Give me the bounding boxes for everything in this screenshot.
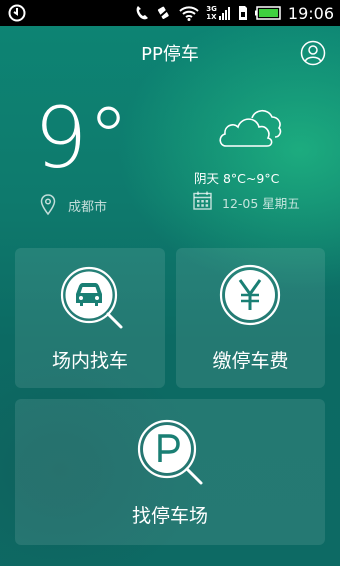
find-car-card[interactable]: 场内找车 [15, 248, 165, 388]
find-parking-card[interactable]: 找停车场 [15, 399, 325, 545]
phone-icon [136, 6, 149, 20]
user-icon[interactable] [300, 40, 326, 66]
status-time: 19:06 [287, 3, 334, 23]
pay-fee-card[interactable]: 缴停车费 [176, 248, 325, 388]
cloud-icon [219, 109, 282, 147]
find-parking-label: 找停车场 [131, 505, 208, 527]
location-pin-icon [40, 194, 56, 216]
network-type-indicator: 3G 1X [206, 5, 217, 21]
network-label-top: 3G [206, 5, 217, 13]
mute-icon [156, 6, 172, 20]
wifi-icon [179, 6, 199, 21]
yen-icon [219, 264, 281, 326]
signal-icon [218, 7, 230, 20]
app-title: PP停车 [141, 44, 199, 65]
weather-date: 12-05 星期五 [222, 196, 300, 211]
status-bar: 3G 1X 19:06 [0, 0, 340, 26]
car-search-icon [60, 266, 123, 329]
temperature: 9° [34, 89, 130, 187]
battery-icon [254, 6, 281, 20]
pay-fee-label: 缴停车费 [212, 350, 289, 372]
find-car-label: 场内找车 [51, 350, 128, 372]
sim-icon [238, 6, 247, 20]
sync-icon [8, 4, 26, 22]
calendar-icon [193, 191, 212, 210]
app-screen: 3G 1X 19:06 PP停车 9° 成都市 阴天 8°C~9°C 12-05… [0, 0, 340, 566]
city-name: 成都市 [68, 200, 108, 215]
parking-search-icon [137, 419, 203, 485]
network-label-bottom: 1X [206, 13, 217, 21]
weather-condition: 阴天 8°C~9°C [194, 171, 280, 186]
